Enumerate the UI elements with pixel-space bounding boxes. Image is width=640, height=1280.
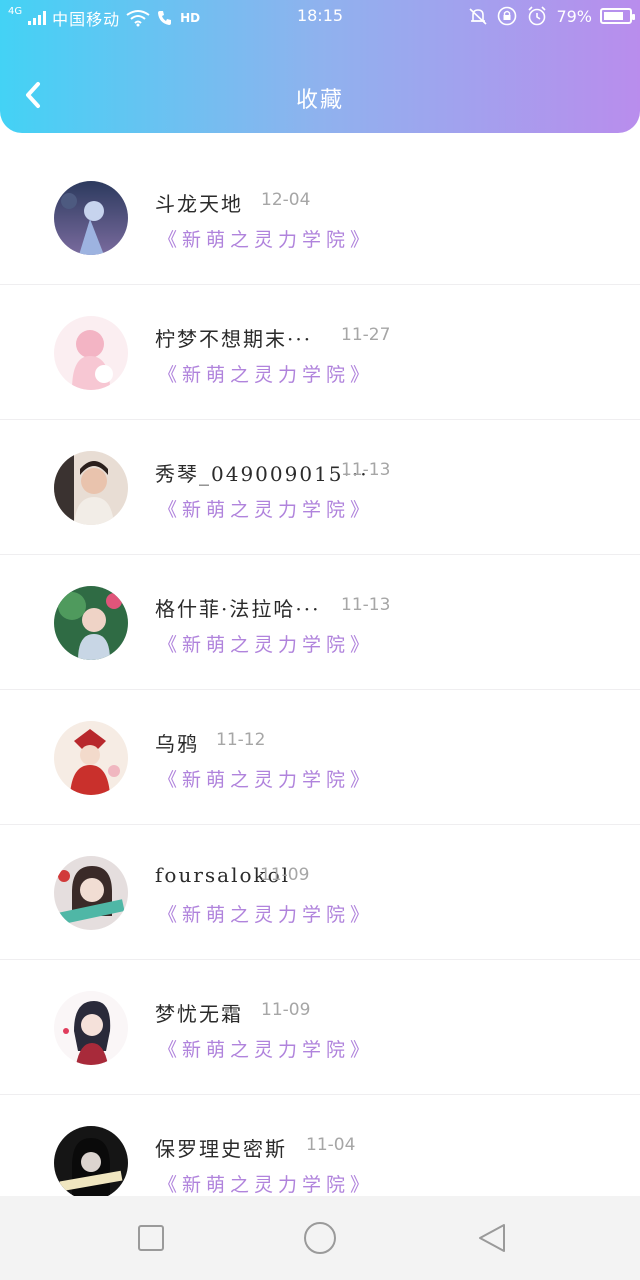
favorite-date: 12-04: [261, 190, 311, 210]
avatar: [54, 721, 128, 795]
user-name: 柠梦不想期末···: [155, 327, 313, 351]
nav-back-button[interactable]: [470, 1216, 514, 1260]
rotation-lock-icon: [498, 6, 517, 26]
battery-percent: 79%: [556, 6, 592, 26]
list-item[interactable]: foursalokol 11-09 《新萌之灵力学院》: [0, 825, 640, 959]
recent-apps-button[interactable]: [129, 1216, 173, 1260]
square-icon: [138, 1225, 164, 1251]
user-name: 秀琴_049009015···: [155, 462, 369, 486]
avatar: [54, 856, 128, 930]
list-item[interactable]: 柠梦不想期末··· 11-27 《新萌之灵力学院》: [0, 285, 640, 419]
alarm-icon: [528, 6, 547, 26]
user-name: 格什菲·法拉哈···: [155, 597, 321, 621]
system-nav-bar: [0, 1196, 640, 1280]
favorite-date: 11-13: [341, 595, 391, 615]
book-title: 《新萌之灵力学院》: [158, 229, 375, 251]
list-item[interactable]: 秀琴_049009015··· 11-13 《新萌之灵力学院》: [0, 420, 640, 554]
favorite-date: 11-09: [261, 1000, 311, 1020]
book-title: 《新萌之灵力学院》: [158, 904, 375, 926]
user-name: 乌鸦: [155, 732, 199, 756]
book-title: 《新萌之灵力学院》: [158, 634, 375, 656]
page-title: 收藏: [295, 88, 344, 113]
avatar: [54, 316, 128, 390]
avatar: [54, 991, 128, 1065]
avatar: [54, 586, 128, 660]
book-title: 《新萌之灵力学院》: [158, 1039, 375, 1061]
user-name: 保罗理史密斯: [155, 1137, 287, 1161]
circle-icon: [304, 1222, 336, 1254]
list-item[interactable]: 斗龙天地 12-04 《新萌之灵力学院》: [0, 150, 640, 284]
book-title: 《新萌之灵力学院》: [158, 1174, 375, 1196]
favorites-list: 斗龙天地 12-04 《新萌之灵力学院》 柠梦不想期末··· 11-27 《新萌…: [0, 150, 640, 1196]
header-bar: 4G 中国移动 HD 18:15 79% 收藏: [0, 0, 640, 133]
battery-level: [604, 12, 623, 20]
user-name: 梦忧无霜: [155, 1002, 243, 1026]
status-bar: 4G 中国移动 HD 18:15 79%: [0, 0, 640, 32]
favorite-date: 11-13: [341, 460, 391, 480]
list-item[interactable]: 格什菲·法拉哈··· 11-13 《新萌之灵力学院》: [0, 555, 640, 689]
user-name: 斗龙天地: [155, 192, 243, 216]
favorite-date: 11-04: [306, 1135, 356, 1155]
avatar: [54, 181, 128, 255]
avatar: [54, 1126, 128, 1196]
book-title: 《新萌之灵力学院》: [158, 499, 375, 521]
favorite-date: 11-12: [216, 730, 266, 750]
book-title: 《新萌之灵力学院》: [158, 364, 375, 386]
favorite-date: 11-09: [260, 865, 310, 885]
book-title: 《新萌之灵力学院》: [158, 769, 375, 791]
favorite-date: 11-27: [341, 325, 391, 345]
avatar: [54, 451, 128, 525]
battery-icon: [600, 8, 635, 24]
list-item[interactable]: 乌鸦 11-12 《新萌之灵力学院》: [0, 690, 640, 824]
list-item[interactable]: 梦忧无霜 11-09 《新萌之灵力学院》: [0, 960, 640, 1094]
list-item[interactable]: 保罗理史密斯 11-04 《新萌之灵力学院》: [0, 1095, 640, 1196]
triangle-back-icon: [479, 1224, 505, 1252]
home-button[interactable]: [298, 1216, 342, 1260]
mute-bell-icon: [469, 8, 487, 25]
